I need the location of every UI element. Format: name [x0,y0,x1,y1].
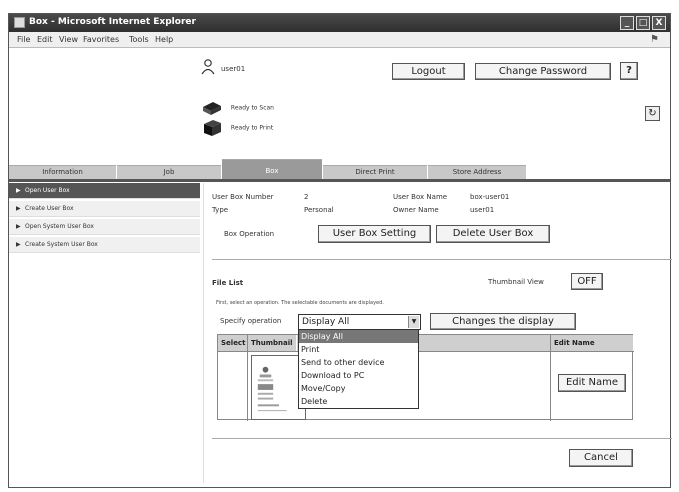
menu-view[interactable]: View [59,35,78,44]
status-scan: Ready to Scan [201,99,274,117]
tab-box[interactable]: Box [222,159,322,179]
type-value: Personal [304,206,334,214]
minimize-button[interactable]: _ [620,16,634,30]
browser-window: Box - Microsoft Internet Explorer _ □ X … [8,13,672,489]
type-label: Type [212,206,229,214]
page-content: user01 Logout Change Password ? Ready to… [9,49,672,489]
tab-job[interactable]: Job [117,165,221,179]
option-display-all[interactable]: Display All [299,330,418,343]
operation-dropdown-list: Display All Print Send to other device D… [298,329,419,409]
file-list-title: File List [212,279,244,287]
edit-name-button[interactable]: Edit Name [558,374,626,392]
option-print[interactable]: Print [299,343,418,356]
tab-direct-print[interactable]: Direct Print [323,165,427,179]
ie-page-icon [14,17,25,28]
sidebar-divider [203,183,204,483]
option-move-copy[interactable]: Move/Copy [299,382,418,395]
status-scan-label: Ready to Scan [230,104,274,112]
menu-edit[interactable]: Edit [37,35,53,44]
status-print-label: Ready to Print [230,124,274,132]
maximize-button[interactable]: □ [636,16,650,30]
operation-select-value: Display All [302,317,350,327]
footer-divider [212,438,672,439]
change-password-button[interactable]: Change Password [475,63,611,80]
status-print: Ready to Print [201,119,273,137]
sidebar: ▶ Open User Box ▶ Create User Box ▶ Open… [9,183,200,255]
logout-button[interactable]: Logout [392,63,465,80]
box-operation-label: Box Operation [224,230,275,238]
close-button[interactable]: X [652,16,666,30]
user-name: user01 [221,65,246,73]
box-number-value: 2 [304,193,309,201]
box-number-label: User Box Number [212,193,274,201]
arrow-right-icon: ▶ [16,205,21,212]
thumbnail-view-toggle[interactable]: OFF [571,273,603,290]
delete-user-box-button[interactable]: Delete User Box [436,225,550,243]
sidebar-item-label: Create User Box [25,205,74,212]
specify-operation-label: Specify operation [220,317,282,325]
menu-bar: File Edit View Favorites Tools Help ⚑ [9,32,670,48]
cancel-button[interactable]: Cancel [569,449,633,467]
menu-help[interactable]: Help [155,35,173,44]
file-table: Select Thumbnail Edit Name Edit Name [217,334,634,421]
column-header-thumbnail: Thumbnail [248,335,296,351]
sidebar-item-open-user-box[interactable]: ▶ Open User Box [9,183,200,199]
sidebar-item-open-system-user-box[interactable]: ▶ Open System User Box [9,219,200,235]
menu-favorites[interactable]: Favorites [83,35,119,44]
arrow-right-icon: ▶ [16,223,21,230]
menu-tools[interactable]: Tools [129,35,149,44]
column-header-select: Select [218,335,247,351]
menu-file[interactable]: File [17,35,30,44]
refresh-icon[interactable]: ↻ [645,106,660,121]
operation-instruction: First, select an operation. The selectab… [216,300,384,306]
chevron-down-icon: ▼ [408,316,419,328]
printer-icon [201,119,223,137]
user-box-setting-button[interactable]: User Box Setting [318,225,431,243]
title-bar: Box - Microsoft Internet Explorer _ □ X [9,14,670,32]
box-name-label: User Box Name [393,193,448,201]
changes-display-button[interactable]: Changes the display [430,313,576,330]
thumbnail-view-label: Thumbnail View [488,278,544,286]
box-name-value: box-user01 [470,193,510,201]
arrow-right-icon: ▶ [16,187,21,194]
user-icon [201,59,215,75]
owner-label: Owner Name [393,206,439,214]
tab-information[interactable]: Information [9,165,116,179]
option-download-to-pc[interactable]: Download to PC [299,369,418,382]
sidebar-item-label: Open User Box [25,187,70,194]
tab-bar: Information Job Box Direct Print Store A… [9,159,670,179]
scanner-icon [201,99,223,117]
sidebar-item-label: Open System User Box [25,223,94,230]
help-icon[interactable]: ? [620,62,638,80]
main-panel: User Box Number 2 User Box Name box-user… [212,183,672,483]
sidebar-item-create-system-user-box[interactable]: ▶ Create System User Box [9,237,200,253]
arrow-right-icon: ▶ [16,241,21,248]
tab-store-address[interactable]: Store Address [428,165,526,179]
windows-flag-icon: ⚑ [650,34,659,45]
column-header-edit-name: Edit Name [551,335,633,351]
sidebar-item-create-user-box[interactable]: ▶ Create User Box [9,201,200,217]
owner-value: user01 [470,206,495,214]
section-divider [212,259,672,260]
option-delete[interactable]: Delete [299,395,418,408]
sidebar-item-label: Create System User Box [25,241,98,248]
window-title: Box - Microsoft Internet Explorer [29,17,196,27]
tab-divider [9,179,670,182]
operation-select[interactable]: Display All ▼ [298,314,421,330]
option-send-to-other-device[interactable]: Send to other device [299,356,418,369]
